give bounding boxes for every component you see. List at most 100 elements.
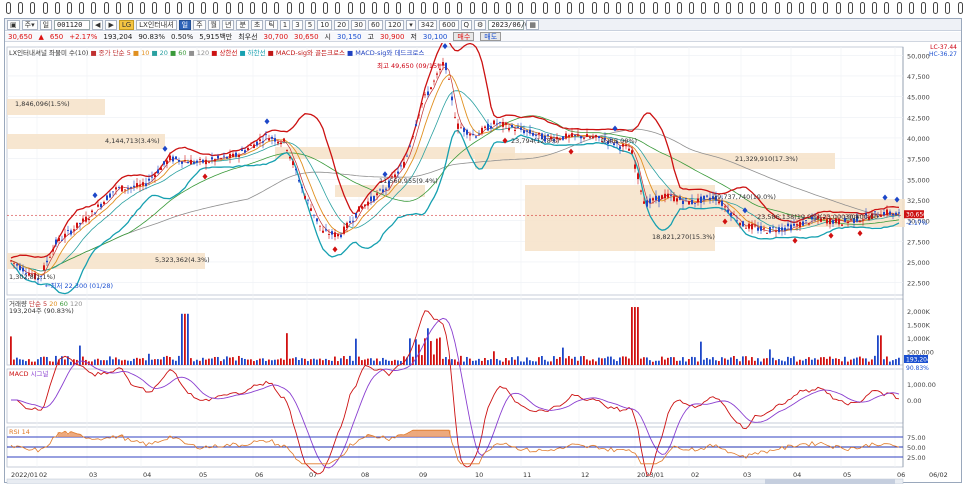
- toolbar-item[interactable]: 1: [279, 19, 291, 30]
- volume-bar: [250, 359, 252, 365]
- volume-bar: [355, 338, 357, 365]
- candle-body: [505, 122, 507, 125]
- candle-body: [304, 195, 306, 199]
- toolbar-item[interactable]: 342: [417, 19, 438, 30]
- toolbar-item[interactable]: ⚙: [474, 19, 487, 30]
- candle-body: [694, 202, 696, 204]
- toolbar-item[interactable]: ▾: [406, 19, 416, 30]
- volume-bar: [232, 357, 234, 365]
- toolbar-item[interactable]: 주▾: [21, 19, 38, 30]
- volume-bar: [271, 360, 273, 365]
- toolbar-item[interactable]: 3: [292, 19, 303, 30]
- rsi-tick: 75.00: [907, 434, 926, 442]
- binding-ring: [42, 2, 48, 14]
- candle-body: [145, 183, 147, 187]
- toolbar-item[interactable]: 일: [178, 19, 192, 30]
- candle-body: [265, 134, 267, 136]
- candle-body: [433, 80, 435, 82]
- candle-body: [226, 156, 228, 159]
- toolbar-item[interactable]: 분: [236, 19, 249, 30]
- date-tick: 08: [361, 471, 369, 479]
- toolbar-item[interactable]: 월: [207, 19, 220, 30]
- high-label: 고: [367, 32, 374, 41]
- toolbar-item[interactable]: 600: [439, 19, 459, 30]
- candle-body: [112, 191, 114, 193]
- volume-bar: [280, 358, 282, 365]
- volume-bar: [658, 360, 660, 365]
- toolbar-item[interactable]: 10: [317, 19, 333, 30]
- binding-ring: [494, 2, 499, 14]
- candle-body: [481, 127, 483, 134]
- toolbar-item[interactable]: 60: [367, 19, 383, 30]
- chart-svg[interactable]: 50,000 47,500 45,000 42,500 40,000 37,500 35,0…: [5, 38, 961, 485]
- volume-bar: [37, 359, 39, 365]
- candle-body: [286, 150, 288, 151]
- volume-bar: [163, 356, 165, 365]
- candle-body: [793, 223, 795, 226]
- cross-marker: [792, 237, 798, 244]
- volume-bar: [754, 360, 756, 365]
- volume-bar: [847, 361, 849, 365]
- candle-body: [331, 231, 333, 235]
- toolbar-item[interactable]: Q: [460, 19, 473, 30]
- toolbar-item[interactable]: 120: [384, 19, 405, 30]
- volume-bar: [22, 359, 24, 365]
- volume-bar: [91, 361, 93, 365]
- candle-body: [160, 167, 162, 170]
- toolbar-item[interactable]: LG: [118, 19, 135, 30]
- volume-bar: [805, 358, 807, 365]
- toolbar-item[interactable]: 틱: [265, 19, 278, 30]
- toolbar-item[interactable]: 일: [39, 19, 53, 30]
- binding-ring: [811, 2, 817, 14]
- toolbar-item[interactable]: 001120: [54, 19, 91, 30]
- candle-body: [235, 152, 237, 157]
- chart-area[interactable]: 50,000 47,500 45,000 42,500 40,000 37,500 35,0…: [5, 38, 961, 485]
- volume-bar: [121, 360, 123, 365]
- toolbar-item[interactable]: 년: [221, 19, 235, 30]
- binding-ring: [433, 2, 438, 14]
- toolbar-item[interactable]: ▣: [7, 19, 20, 30]
- toolbar-item[interactable]: ▶: [105, 19, 117, 30]
- toolbar-item[interactable]: 30: [351, 19, 366, 30]
- volume-bar: [286, 333, 288, 365]
- toolbar-item[interactable]: 2023/06/02: [488, 19, 533, 30]
- volume-bar: [334, 356, 336, 365]
- scroll-thumb[interactable]: [765, 479, 895, 484]
- toolbar-item[interactable]: 초: [250, 19, 264, 30]
- volume-bar: [265, 360, 267, 365]
- binding-ring: [567, 2, 573, 14]
- open-price: 30,150: [336, 32, 362, 41]
- cross-marker: [264, 118, 270, 125]
- toolbar-item[interactable]: 주: [193, 19, 206, 30]
- binding-ring: [213, 2, 219, 14]
- volume-bar: [727, 359, 729, 365]
- candle-body: [742, 221, 744, 227]
- date-tick: 06: [897, 471, 905, 479]
- toolbar-item[interactable]: 5: [304, 19, 316, 30]
- sell-button[interactable]: 매도: [480, 32, 502, 41]
- volume-bar: [127, 360, 129, 365]
- volume-bar: [397, 360, 399, 365]
- candle-body: [289, 156, 291, 159]
- toolbar-item[interactable]: LX인터내셔: [136, 19, 177, 30]
- candle-body: [454, 116, 456, 118]
- volume-bar: [796, 361, 798, 365]
- volume-bar: [817, 359, 819, 365]
- volume-bar: [136, 357, 138, 365]
- cross-marker: [612, 125, 618, 132]
- volume-bar: [523, 361, 525, 365]
- volume-bar: [679, 360, 681, 365]
- volume-bar: [415, 339, 417, 365]
- date-tick: 04: [793, 471, 801, 479]
- volume-bar: [166, 355, 168, 365]
- volume-bar: [475, 360, 477, 365]
- buy-button[interactable]: 매수: [453, 32, 475, 41]
- toolbar-item[interactable]: ▦: [526, 19, 539, 30]
- candle-body: [532, 132, 534, 136]
- toolbar-item[interactable]: ◀: [92, 19, 104, 30]
- volume-bar: [460, 355, 462, 365]
- toolbar-item[interactable]: 20: [334, 19, 350, 30]
- binding-ring: [921, 2, 926, 14]
- volume-bar: [883, 359, 885, 365]
- binding-ring: [835, 2, 841, 14]
